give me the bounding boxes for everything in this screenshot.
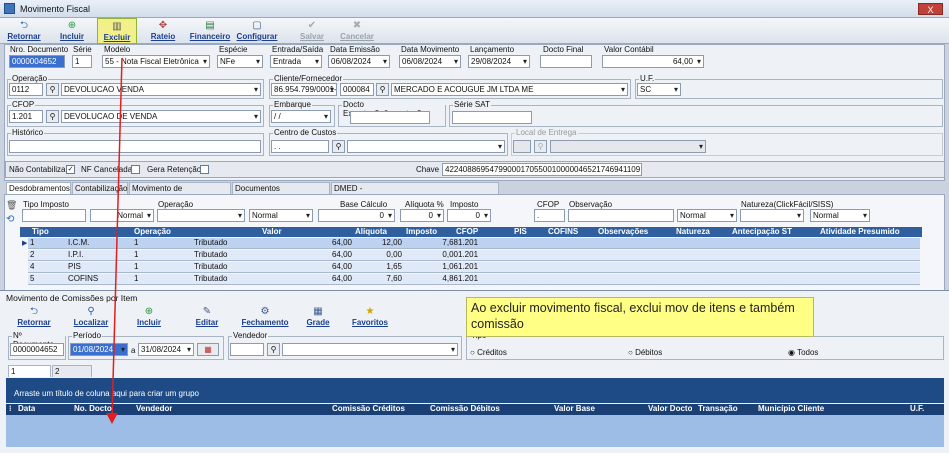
arrow-head <box>106 413 118 424</box>
arrow-line <box>111 57 123 419</box>
annotation-arrow <box>106 57 123 424</box>
